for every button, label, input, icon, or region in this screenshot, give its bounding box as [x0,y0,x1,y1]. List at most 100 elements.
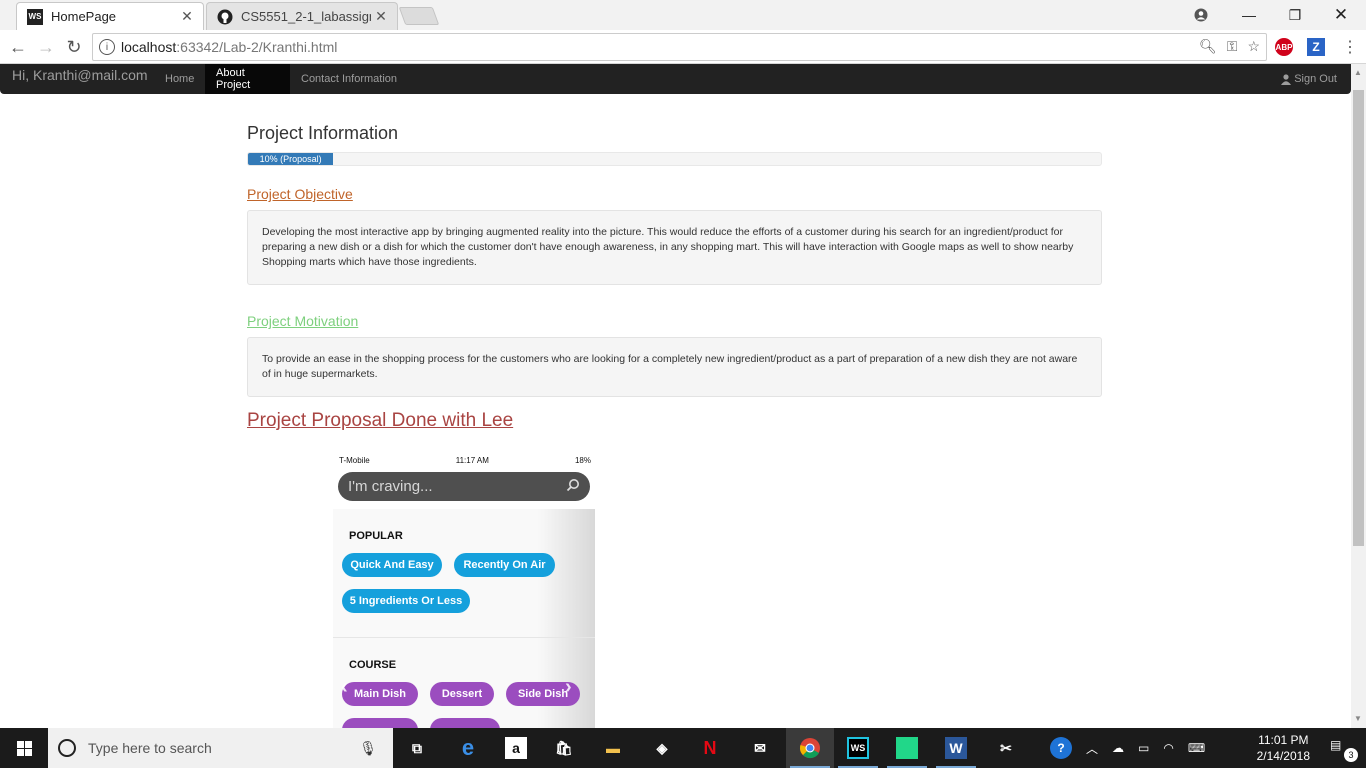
browser-tab-strip: WS HomePage ✕ CS5551_2-1_labassignme ✕ —… [0,0,1366,30]
microphone-icon[interactable]: 🎙︎ [359,740,377,757]
phone-divider [333,637,595,638]
show-hidden-icons[interactable]: ︿ [1086,740,1098,757]
carousel-next-icon[interactable]: › [565,676,572,699]
objective-well: Developing the most interactive app by b… [247,210,1102,285]
chip-partial [342,718,418,728]
webstorm-taskbar-icon[interactable]: WS [834,728,882,768]
word-taskbar-icon[interactable]: W [932,728,980,768]
key-icon[interactable]: ⚿ [1227,38,1238,55]
onedrive-icon[interactable]: ☁ [1112,741,1124,755]
notification-badge: 3 [1344,748,1358,762]
battery-label: 18% [574,455,591,465]
taskbar-search-box[interactable]: Type here to search 🎙︎ [48,728,393,768]
file-explorer-icon[interactable]: ▬ [589,728,637,768]
project-proposal-link[interactable]: Project Proposal Done with Lee [247,410,513,432]
tab-github[interactable]: CS5551_2-1_labassignme ✕ [206,2,398,30]
snipping-tool-icon[interactable]: ✂ [982,728,1030,768]
wifi-icon[interactable]: ◠ [1163,741,1173,755]
web-page: Hi, Kranthi@mail.com Home About Project … [0,64,1351,728]
keyboard-icon[interactable]: ⌨ [1188,741,1205,755]
pycharm-taskbar-icon[interactable] [883,728,931,768]
project-motivation-link[interactable]: Project Motivation [247,313,358,329]
profile-icon[interactable] [1178,0,1224,30]
course-label: COURSE [349,659,397,671]
scrollbar-thumb[interactable] [1353,90,1364,546]
webstorm-favicon-icon: WS [27,8,43,25]
task-view-icon[interactable]: ⧉ [393,728,441,768]
url-host: localhost [121,39,177,55]
nav-contact-information[interactable]: Contact Information [290,64,408,94]
page-scrollbar[interactable]: ▲ ▼ [1351,64,1366,728]
zoom-icon[interactable]: 🔍︎ [1199,38,1217,55]
reload-icon[interactable]: ↻ [62,35,86,59]
nav-about-project[interactable]: About Project [205,64,290,94]
system-tray: ? ︿ ☁ ▭ ◠ ⌨ [1050,728,1205,768]
chrome-taskbar-icon[interactable] [786,728,834,768]
forward-icon[interactable]: → [34,35,58,59]
site-navbar: Hi, Kranthi@mail.com Home About Project … [0,64,1351,94]
edge-icon[interactable]: e [444,728,492,768]
popular-label: POPULAR [349,530,403,542]
netflix-icon[interactable]: N [686,728,734,768]
sign-out-label: Sign Out [1294,73,1337,85]
carousel-prev-icon[interactable]: ‹ [341,676,348,699]
phone-status-bar: T-Mobile 11:17 AM 18% [333,453,595,467]
tab-title: HomePage [51,9,117,24]
page-heading: Project Information [247,123,399,143]
tab-title: CS5551_2-1_labassignme [241,9,371,24]
browser-toolbar: ← → ↻ i localhost:63342/Lab-2/Kranthi.ht… [0,30,1366,64]
close-tab-icon[interactable]: ✕ [177,8,197,25]
sign-out-link[interactable]: Sign Out [1281,64,1337,94]
action-center-icon[interactable]: ▤ 3 [1330,738,1358,762]
help-icon[interactable]: ? [1050,737,1072,759]
close-window-icon[interactable]: ✕ [1318,0,1364,30]
bookmark-star-icon[interactable]: ☆ [1247,38,1260,55]
carrier-label: T-Mobile [339,455,370,465]
chip-recently-on-air: Recently On Air [454,553,555,577]
clock-time: 11:01 PM [1258,733,1309,747]
cortana-icon [58,739,76,757]
craving-search-bar: I'm craving... [338,472,590,501]
adblock-extension-icon[interactable]: ABP [1275,38,1293,56]
dropbox-icon[interactable]: ◈ [638,728,686,768]
new-tab-button[interactable] [398,7,440,25]
battery-icon[interactable]: ▭ [1138,741,1149,755]
minimize-icon[interactable]: — [1226,0,1272,30]
windows-taskbar: Type here to search 🎙︎ ⧉ e a 🛍︎ ▬ ◈ N ✉ … [0,728,1366,768]
chrome-menu-icon[interactable]: ⋮ [1338,35,1362,59]
chip-partial [430,718,500,728]
github-icon [217,9,233,25]
nav-home[interactable]: Home [154,64,205,94]
scroll-up-icon[interactable]: ▲ [1354,68,1362,77]
address-bar[interactable]: i localhost:63342/Lab-2/Kranthi.html 🔍︎ … [92,33,1267,61]
clock-date: 2/14/2018 [1256,749,1310,763]
back-icon[interactable]: ← [6,35,30,59]
windows-logo-icon [16,740,32,756]
mail-icon[interactable]: ✉ [736,728,784,768]
close-tab-icon[interactable]: ✕ [371,8,391,25]
amazon-icon[interactable]: a [492,728,540,768]
chip-quick-and-easy: Quick And Easy [342,553,442,577]
user-icon [1281,73,1292,85]
progress-bar-fill: 10% (Proposal) [248,153,334,165]
motivation-well: To provide an ease in the shopping proce… [247,337,1102,397]
project-objective-link[interactable]: Project Objective [247,186,353,202]
taskbar-search-placeholder: Type here to search [88,740,212,756]
search-icon [566,478,580,496]
url-path: :63342/Lab-2/Kranthi.html [176,39,338,55]
start-button[interactable] [0,728,48,768]
phone-time: 11:17 AM [455,455,489,465]
store-icon[interactable]: 🛍︎ [540,728,588,768]
project-progress: 10% (Proposal) [247,152,1102,166]
app-screenshot-image: T-Mobile 11:17 AM 18% I'm craving... POP… [333,453,595,728]
taskbar-clock[interactable]: 11:01 PM 2/14/2018 [1257,732,1310,764]
craving-placeholder: I'm craving... [348,478,433,495]
scroll-down-icon[interactable]: ▼ [1354,714,1362,723]
tab-homepage[interactable]: WS HomePage ✕ [16,2,204,30]
info-icon[interactable]: i [99,39,115,55]
z-extension-icon[interactable]: Z [1307,38,1325,56]
chip-5-ingredients: 5 Ingredients Or Less [342,589,470,613]
restore-icon[interactable]: ❐ [1272,0,1318,30]
chip-main-dish: Main Dish [342,682,418,706]
navbar-brand[interactable]: Hi, Kranthi@mail.com [12,67,148,83]
